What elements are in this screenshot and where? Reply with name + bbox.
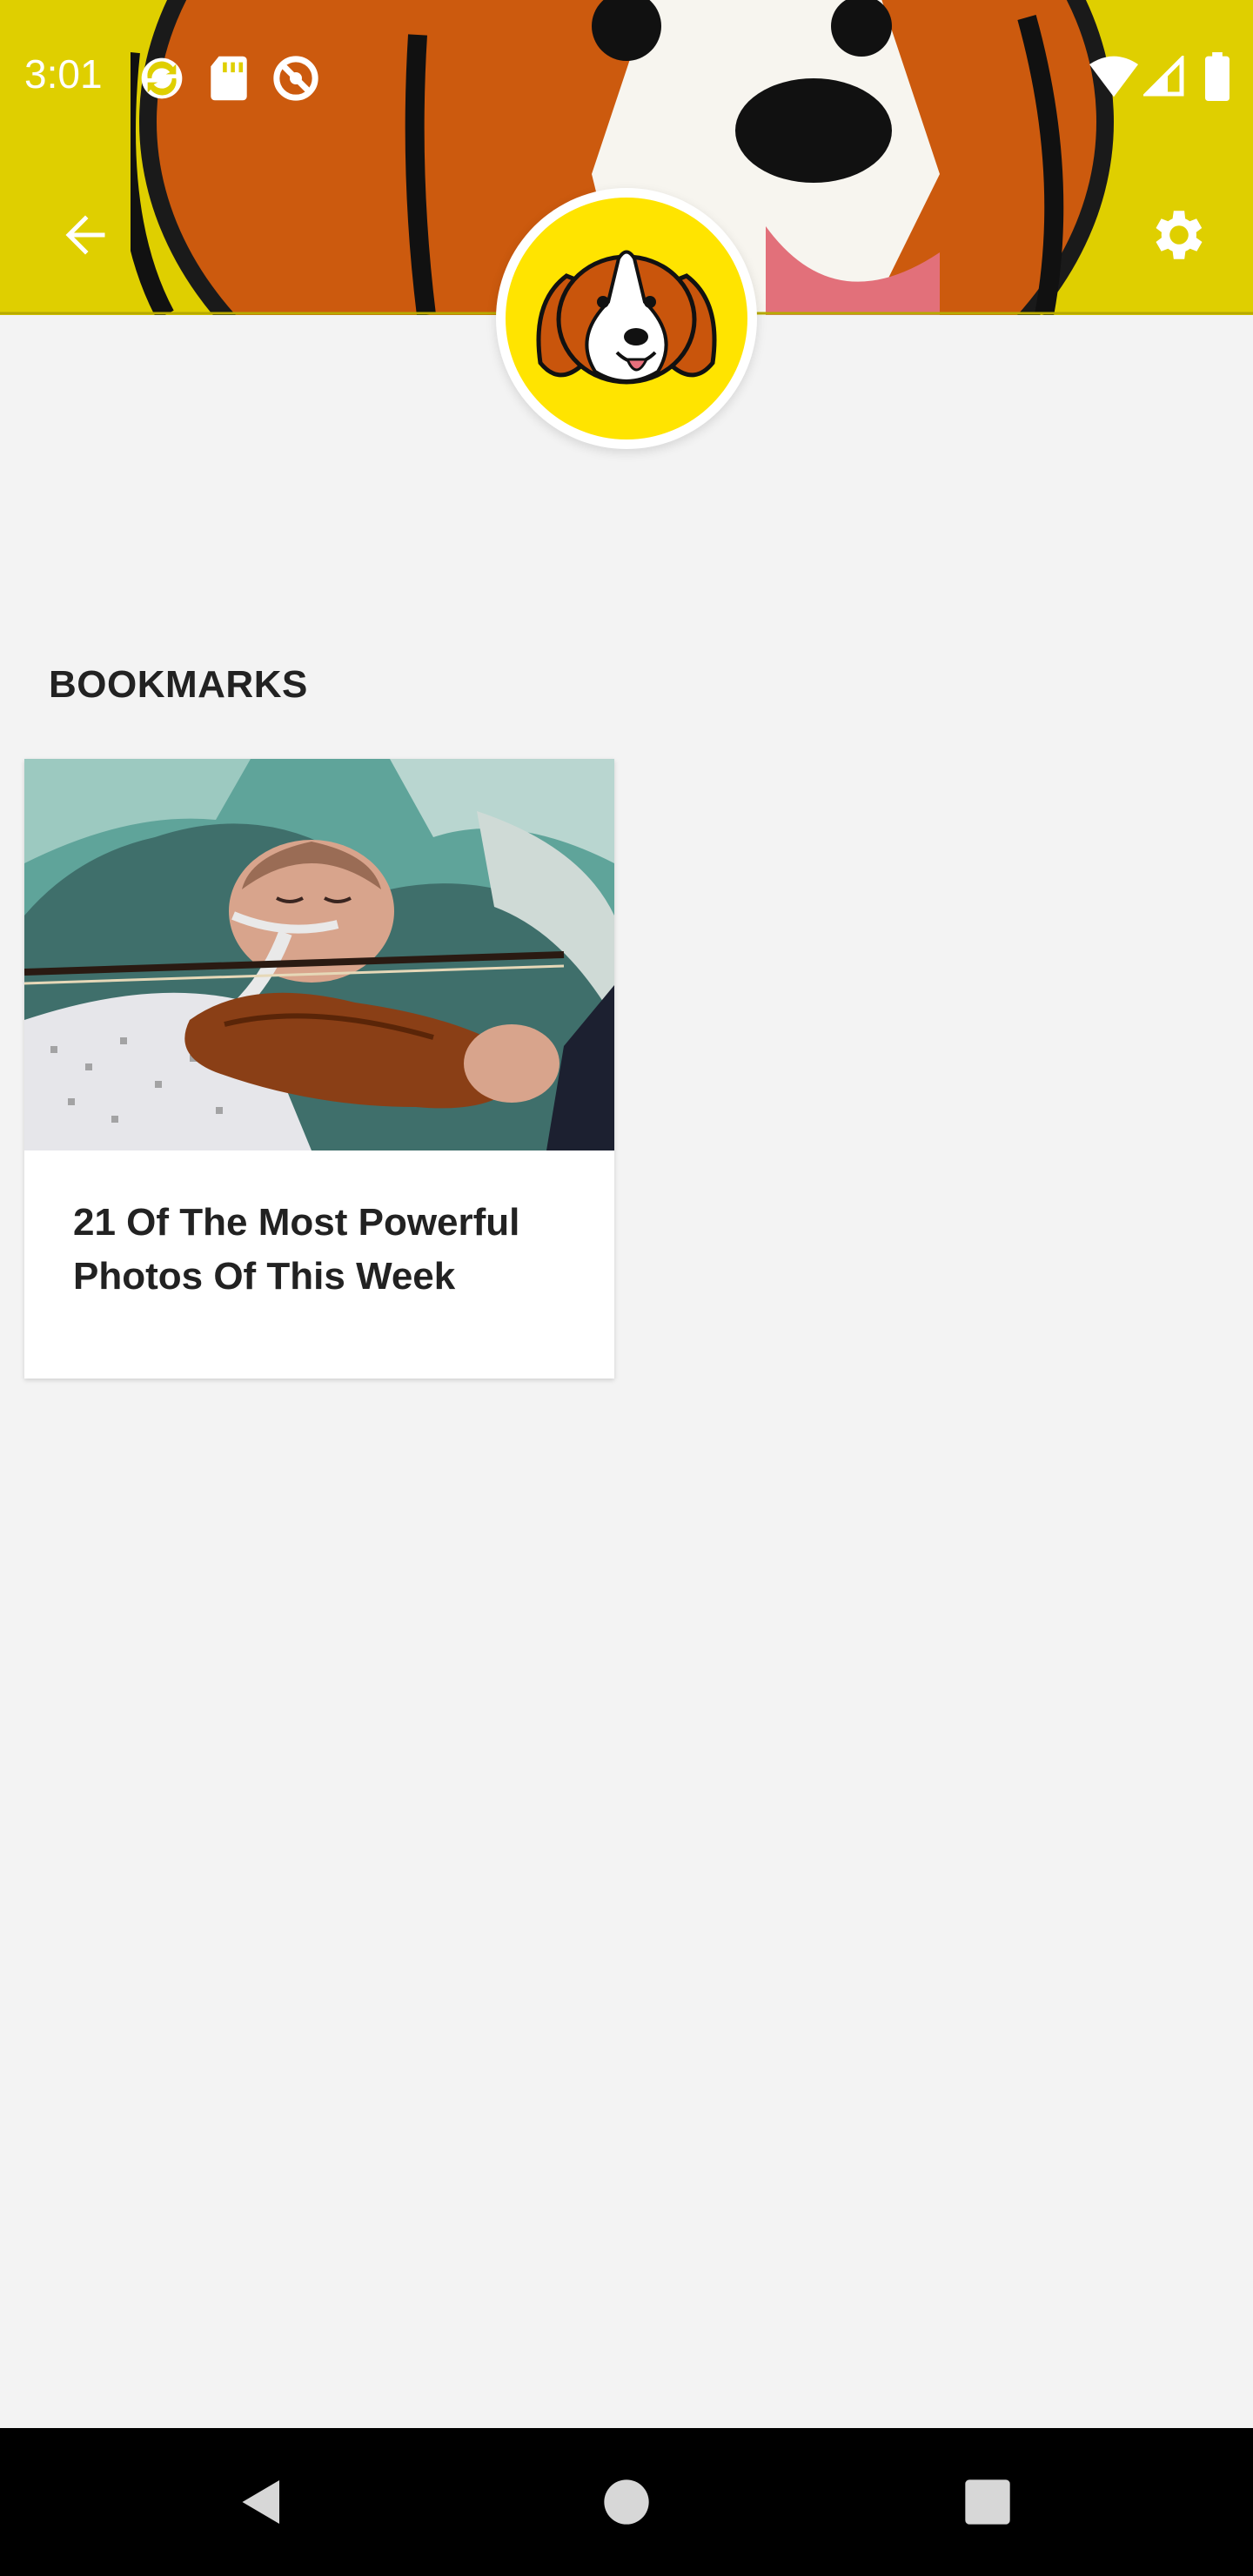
- bookmarks-heading: BOOKMARKS: [49, 663, 308, 706]
- profile-avatar[interactable]: [496, 188, 757, 449]
- bookmark-card[interactable]: 21 Of The Most Powerful Photos Of This W…: [24, 759, 614, 1379]
- back-button[interactable]: [49, 198, 122, 272]
- avatar-background: [506, 198, 747, 439]
- violinist-photo: [24, 759, 614, 1150]
- settings-button[interactable]: [1140, 198, 1218, 272]
- battery-icon: [1204, 52, 1230, 105]
- recents-square-icon: [965, 2479, 1010, 2525]
- home-circle-icon: [604, 2479, 649, 2525]
- bookmark-title: 21 Of The Most Powerful Photos Of This W…: [73, 1201, 520, 1298]
- nav-back-button[interactable]: [223, 2463, 301, 2541]
- do-not-disturb-icon: [271, 54, 320, 107]
- bookmark-thumbnail: [24, 759, 614, 1150]
- nav-recents-button[interactable]: [948, 2463, 1027, 2541]
- nav-home-button[interactable]: [587, 2463, 666, 2541]
- wifi-icon: [1089, 56, 1138, 102]
- cell-signal-icon: [1141, 53, 1185, 102]
- sd-card-icon: [209, 54, 249, 107]
- gear-icon: [1156, 211, 1203, 259]
- arrow-left-icon: [65, 215, 105, 255]
- dog-avatar-icon: [536, 250, 717, 385]
- status-bar: 3:01: [0, 0, 1253, 101]
- status-time: 3:01: [24, 51, 103, 97]
- profile-screen: 3:01 BOOKMARKS 21 Of The Most Powerful P…: [0, 0, 1253, 2576]
- back-triangle-icon: [242, 2480, 279, 2524]
- sync-icon: [137, 54, 186, 107]
- system-navigation-bar: [0, 2428, 1253, 2576]
